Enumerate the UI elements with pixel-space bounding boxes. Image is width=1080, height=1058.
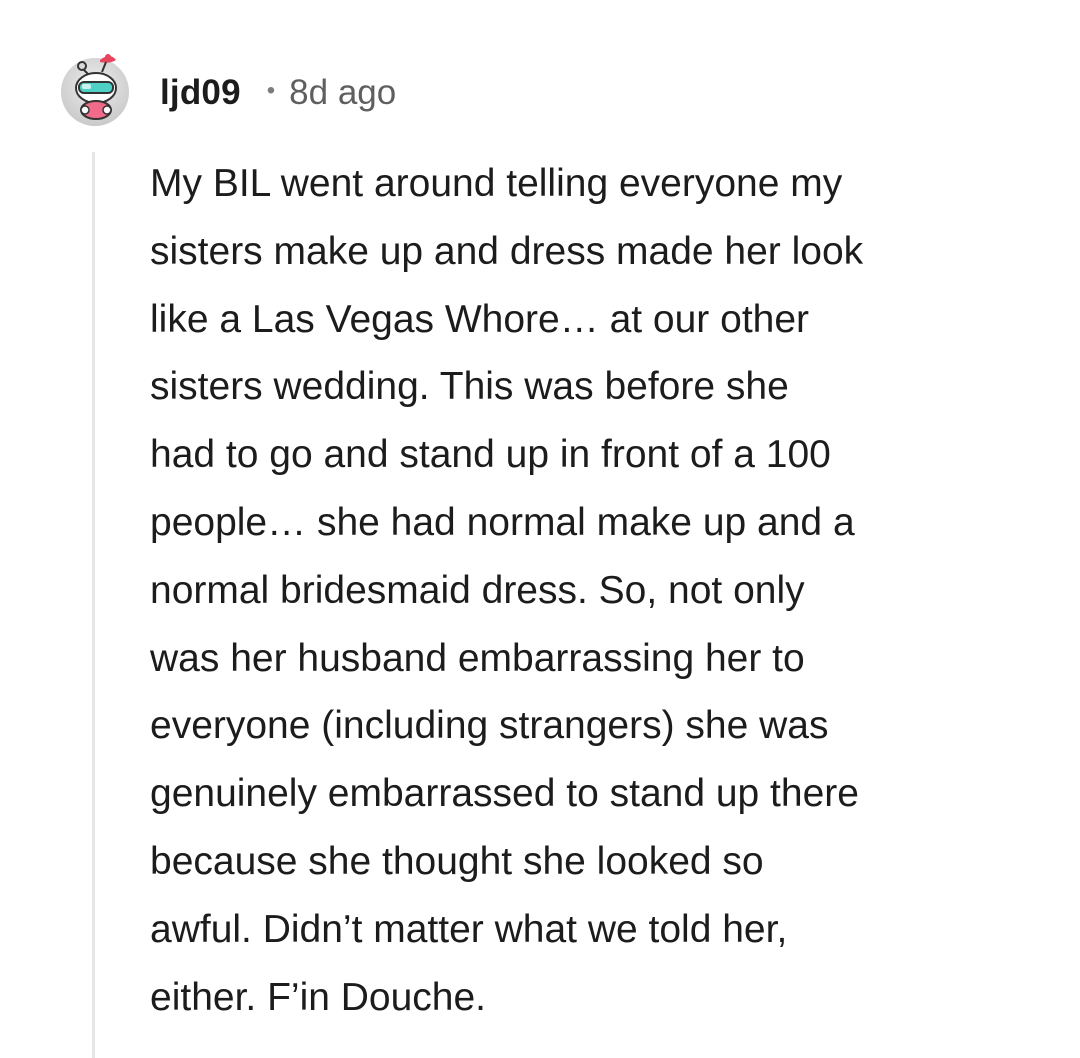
comment-line: genuinely embarrassed to stand up there: [150, 772, 859, 816]
comment-line: sisters wedding. This was before she: [150, 365, 789, 409]
comment-line: had to go and stand up in front of a 100: [150, 433, 831, 477]
comment-line: like a Las Vegas Whore… at our other: [150, 297, 810, 341]
comment-line: because she thought she looked so: [150, 839, 764, 883]
comment-header: ljd09 • 8d ago: [160, 68, 396, 118]
comment-line: everyone (including strangers) she was: [150, 704, 829, 748]
user-avatar[interactable]: [56, 50, 134, 128]
comment-line: normal bridesmaid dress. So, not only: [150, 568, 805, 612]
comment-line: awful. Didn’t matter what we told her,: [150, 907, 788, 951]
comment-line: was her husband embarrassing her to: [150, 636, 805, 680]
thread-line[interactable]: [92, 152, 95, 1058]
meta-separator: •: [266, 77, 276, 104]
comment-line: people… she had normal make up and a: [150, 500, 855, 544]
username-link[interactable]: ljd09: [160, 73, 241, 113]
comment-body: My BIL went around telling everyone my s…: [150, 150, 1050, 1031]
comment-line: sisters make up and dress made her look: [150, 229, 864, 273]
comment-line: either. F’in Douche.: [150, 975, 487, 1019]
comment: ljd09 • 8d ago My BIL went around tellin…: [0, 0, 1080, 1058]
snoo-avatar-icon: [61, 54, 129, 126]
comment-age: 8d ago: [289, 73, 397, 112]
comment-line: My BIL went around telling everyone my: [150, 162, 843, 205]
